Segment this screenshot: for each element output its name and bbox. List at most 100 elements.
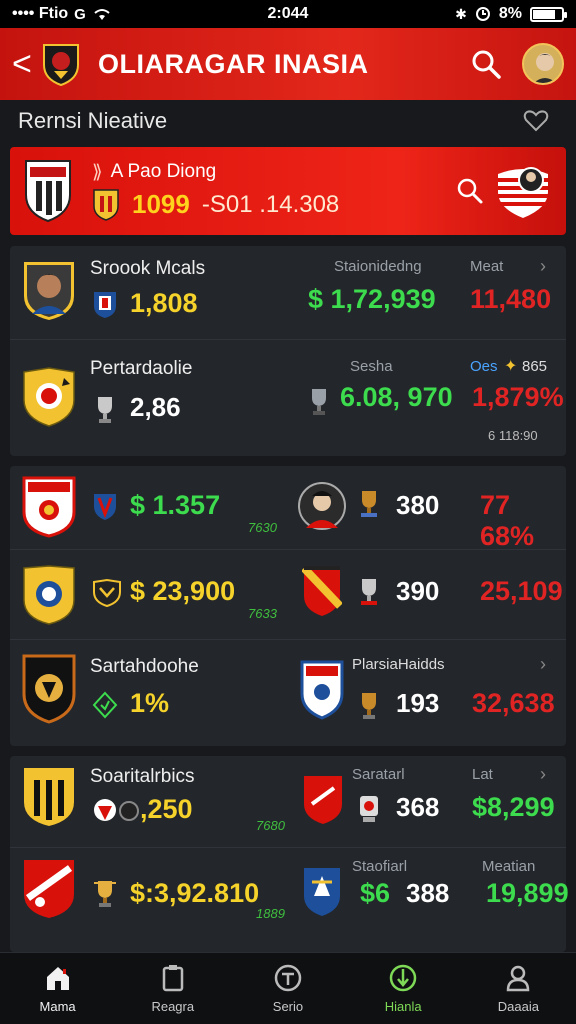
row-name: Pertardaolie	[90, 358, 193, 379]
chevron-right-icon[interactable]: ›	[540, 256, 546, 277]
mid-value: 368	[396, 792, 440, 822]
lightning-icon: ✦	[504, 358, 518, 375]
table-row[interactable]: $ 23,900 7633 390 25,109	[10, 550, 566, 640]
search-icon[interactable]	[470, 48, 502, 80]
team-badge-icon	[93, 188, 119, 221]
back-button[interactable]: <	[12, 45, 34, 84]
shield-icon	[274, 964, 302, 992]
clipboard-icon	[162, 965, 184, 992]
nav-label: Daaaia	[497, 999, 539, 1014]
striped-shield-icon	[498, 167, 548, 218]
nav-item-daaaia[interactable]: Daaaia	[461, 953, 576, 1024]
section-header: Rernsi Nieative	[0, 100, 576, 142]
row-subtext: 7680	[256, 818, 285, 833]
nav-label: Mama	[39, 999, 76, 1014]
favorite-icon[interactable]	[522, 109, 550, 133]
club-logo-icon	[43, 44, 79, 87]
bluetooth-icon: ✱	[455, 5, 467, 22]
mid-value: $ 1,72,939	[308, 284, 436, 314]
chevron-icon: ⟫	[92, 161, 103, 183]
column-label: Lat	[472, 766, 493, 783]
club-crest-icon	[24, 860, 74, 918]
row-value: $ 1.357	[130, 490, 221, 520]
profile-icon	[507, 965, 530, 992]
row-value: $ 23,900	[130, 576, 236, 606]
table-row[interactable]: Sroook Mcals 1,808 Staionidedng $ 1,72,9…	[10, 246, 566, 340]
featured-card[interactable]: ⟫ A Pao Diong 1099 -S01 .14.308	[10, 147, 566, 235]
row-name: Soaritalrbics	[90, 766, 195, 787]
nav-label: Reagra	[151, 999, 195, 1014]
row-value: 1,808	[130, 288, 198, 318]
compass-icon	[389, 964, 417, 992]
mid-value-green: $6	[360, 878, 391, 908]
row-value: ,250	[140, 794, 193, 824]
table-row[interactable]: Pertardaolie 2,86 Sesha 6.08, 970 Oes ✦ …	[10, 340, 566, 456]
club-crest-icon	[304, 776, 342, 824]
club-crest-icon	[302, 566, 342, 616]
mid-value: 6.08, 970	[340, 382, 453, 412]
nav-item-reagra[interactable]: Reagra	[115, 953, 230, 1024]
stats-card: Soaritalrbics ,250 7680 Saratarl 368 Lat…	[10, 756, 569, 952]
row-subtext: 6 118:90	[488, 428, 538, 443]
column-label: Staofiarl	[352, 858, 408, 875]
notification-icon: G	[74, 5, 86, 23]
carrier-label: •••• Ftio	[12, 5, 69, 22]
trophy-icon	[361, 491, 377, 517]
club-crest-icon	[22, 476, 76, 538]
clock: 2:044	[267, 5, 309, 22]
user-avatar[interactable]	[522, 43, 564, 85]
column-label: Meat	[470, 258, 504, 275]
ball-icon	[119, 801, 139, 821]
row-name: Sartahdoohe	[90, 656, 199, 677]
column-label: Meatian	[482, 858, 536, 875]
nav-item-hianla[interactable]: Hianla	[346, 953, 461, 1024]
column-label: Staionidedng	[334, 258, 422, 275]
wifi-icon	[94, 9, 110, 20]
alarm-icon	[475, 7, 490, 21]
stats-card: Sroook Mcals 1,808 Staionidedng $ 1,72,9…	[10, 246, 566, 456]
column-label: Oes	[470, 358, 498, 375]
trophy-icon	[312, 389, 326, 415]
right-value: 1,879%	[472, 382, 564, 412]
right-value: 32,638	[472, 688, 555, 718]
chevron-right-icon[interactable]: ›	[540, 764, 546, 785]
page-title: OLIARAGAR INASIA	[98, 48, 369, 79]
nav-item-home[interactable]: Mama	[0, 953, 115, 1024]
battery-percent: 8%	[498, 5, 522, 22]
trophy-icon	[362, 693, 376, 719]
club-crest-icon	[25, 160, 71, 223]
mid-value: 390	[396, 576, 440, 606]
row-value: 2,86	[130, 392, 181, 422]
table-row[interactable]: $:3,92.810 1889 Staofiarl $6 388 Meatian…	[10, 848, 569, 952]
search-icon[interactable]	[456, 177, 484, 205]
right-value: $8,299	[472, 792, 555, 822]
bottom-nav: Mama Reagra Serio Hianla Daaaia	[0, 952, 576, 1024]
row-name: Sroook Mcals	[90, 258, 206, 279]
club-crest-icon	[304, 868, 340, 916]
column-label: Saratarl	[352, 766, 405, 783]
featured-range: -S01 .14.308	[201, 190, 340, 218]
status-bar: •••• Ftio G 2:044 ✱ 8%	[0, 0, 576, 28]
table-row[interactable]: Soaritalrbics ,250 7680 Saratarl 368 Lat…	[10, 756, 566, 848]
team-badge-icon	[94, 292, 116, 318]
nav-label: Serio	[272, 999, 304, 1014]
chevron-right-icon[interactable]: ›	[540, 654, 546, 675]
player-portrait-icon	[24, 262, 74, 320]
nav-label: Hianla	[384, 999, 422, 1014]
table-row[interactable]: Sartahdoohe 1% PlarsiaHaidds 193 › 32,63…	[10, 640, 566, 746]
featured-name: A Pao Diong	[110, 161, 217, 182]
app-header: < OLIARAGAR INASIA	[0, 28, 576, 100]
player-portrait-icon	[298, 482, 346, 530]
nav-item-serio[interactable]: Serio	[230, 953, 345, 1024]
club-crest-icon	[24, 768, 74, 826]
row-subtext: 1889	[256, 906, 285, 921]
trophy-icon	[361, 579, 377, 605]
trophy-icon	[98, 397, 112, 423]
right-value: 11,480	[470, 284, 552, 314]
diamond-icon	[92, 691, 118, 719]
medal-icon	[360, 796, 378, 822]
table-row[interactable]: $ 1.357 7630 380 77 68%	[10, 466, 566, 551]
right-value: 19,899	[486, 878, 569, 908]
battery-icon	[530, 6, 567, 22]
club-crest-icon	[23, 367, 75, 427]
